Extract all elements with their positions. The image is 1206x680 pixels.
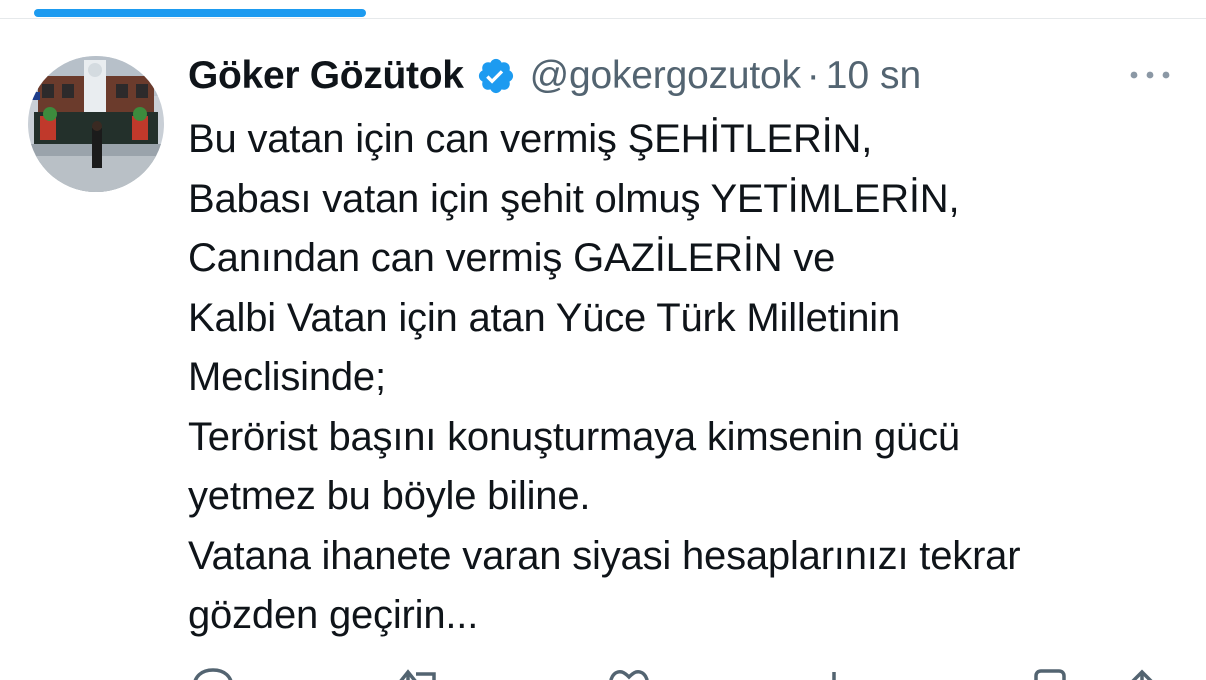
views-button[interactable] (808, 658, 858, 680)
share-button[interactable] (1120, 658, 1170, 680)
tweet-text-line: Terörist başını konuşturmaya kimsenin gü… (188, 414, 960, 459)
tweet-timestamp[interactable]: 10 sn (826, 54, 921, 98)
display-name[interactable]: Göker Gözütok (188, 54, 464, 98)
like-button[interactable] (604, 658, 654, 680)
like-icon (609, 670, 649, 680)
tweet-text-line: Babası vatan için şehit olmuş YETİMLERİN… (188, 176, 960, 221)
reply-icon (193, 668, 233, 680)
tweet-text-line: Canından can vermiş GAZİLERİN ve (188, 236, 836, 280)
verified-badge-icon (476, 56, 516, 96)
more-options-button[interactable] (1126, 60, 1174, 90)
more-horizontal-icon (1130, 71, 1170, 79)
tweet-text-line: gözden geçirin... (188, 593, 479, 637)
share-icon (1131, 669, 1153, 680)
bookmark-icon (1034, 669, 1066, 680)
avatar-image (28, 56, 164, 192)
avatar[interactable] (28, 56, 164, 192)
reply-button[interactable] (188, 658, 238, 680)
tweet-text-line: Bu vatan için can vermiş ŞEHİTLERİN, (188, 117, 873, 161)
views-icon (832, 672, 836, 680)
divider (0, 18, 1206, 19)
tweet-text-line: Kalbi Vatan için atan Yüce Türk Milletin… (188, 295, 900, 340)
separator-dot: · (806, 54, 820, 97)
active-tab-indicator (34, 9, 366, 17)
tweet-text-line: yetmez bu böyle biline. (188, 474, 591, 518)
tweet-header: Göker Gözütok @gokergozutok · 10 sn (188, 50, 921, 102)
retweet-icon (399, 669, 436, 680)
retweet-button[interactable] (396, 658, 446, 680)
bookmark-button[interactable] (1028, 658, 1078, 680)
tweet-text-line: Meclisinde; (188, 355, 386, 399)
tweet-text: Bu vatan için can vermiş ŞEHİTLERİN, Bab… (188, 110, 1188, 646)
user-handle[interactable]: @gokergozutok (530, 54, 801, 98)
tweet-text-line: Vatana ihanete varan siyasi hesaplarınız… (188, 533, 1021, 578)
